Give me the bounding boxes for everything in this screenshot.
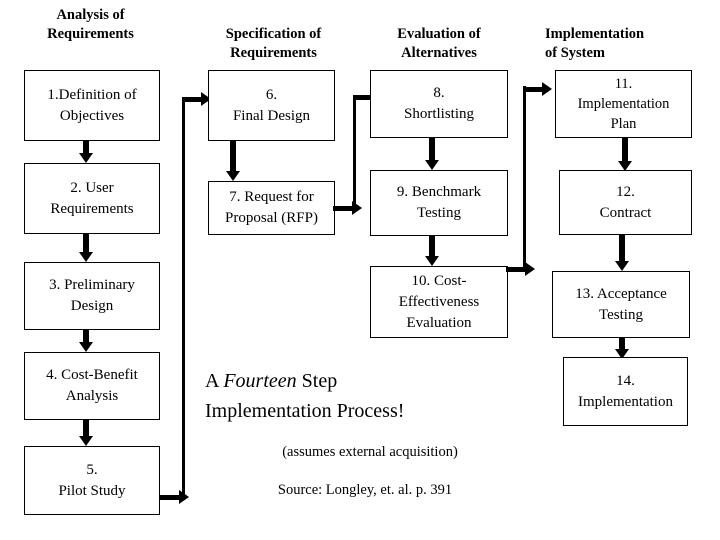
- step-line1: 9. Benchmark: [396, 184, 482, 200]
- arrow-step2-to-step3: [79, 234, 93, 262]
- step-box-11[interactable]: 11. Implementation Plan: [555, 70, 692, 138]
- column-header-line1: Specification of: [225, 26, 322, 42]
- step-line2: Final Design: [232, 107, 311, 124]
- step-line1: 8.: [433, 85, 445, 101]
- column-header-line2: of System: [545, 45, 606, 61]
- step-box-6[interactable]: 6. Final Design: [208, 70, 335, 141]
- step-line1: 1.Definition of: [47, 86, 137, 103]
- step-box-3[interactable]: 3. Preliminary Design: [24, 262, 160, 330]
- step-box-5[interactable]: 5. Pilot Study: [24, 446, 160, 515]
- step-box-2[interactable]: 2. User Requirements: [24, 163, 160, 234]
- step-line2: Analysis: [65, 388, 119, 404]
- connector-line-col1-to-col2: [182, 99, 185, 497]
- arrow-connector-to-step6: [182, 92, 211, 106]
- connector-line-col2-to-col3: [353, 96, 356, 208]
- step-box-1-text: 1.Definition of Objectives: [25, 85, 159, 127]
- step-line2: Shortlisting: [403, 106, 474, 122]
- step-box-4[interactable]: 4. Cost-Benefit Analysis: [24, 352, 160, 420]
- step-box-13[interactable]: 13. Acceptance Testing: [552, 271, 690, 338]
- step-line1: 14.: [616, 372, 635, 389]
- step-box-14-text: 14. Implementation: [564, 371, 687, 413]
- step-line1: 10. Cost-: [411, 272, 467, 289]
- step-box-9[interactable]: 9. Benchmark Testing: [370, 170, 508, 236]
- step-line2: Objectives: [59, 107, 125, 124]
- step-box-12[interactable]: 12. Contract: [559, 170, 692, 235]
- arrow-step8-to-step9: [425, 138, 439, 170]
- step-line2: Effectiveness: [398, 293, 480, 310]
- column-header-implementation: Implementation of System: [545, 25, 720, 63]
- arrow-step13-to-step14: [615, 338, 629, 359]
- caption-emphasis: Fourteen: [223, 370, 297, 392]
- step-line1: 7. Request for: [229, 189, 314, 205]
- step-line1: 3. Preliminary: [49, 277, 135, 293]
- step-box-7-text: 7. Request for Proposal (RFP): [209, 187, 334, 229]
- step-box-9-text: 9. Benchmark Testing: [371, 182, 507, 224]
- step-line2: Pilot Study: [58, 482, 126, 499]
- caption-prefix: A: [205, 370, 224, 392]
- arrow-step9-to-step10: [425, 236, 439, 266]
- step-line1: 12.: [616, 183, 635, 200]
- arrow-step11-to-step12: [618, 138, 632, 171]
- step-line2: Testing: [417, 205, 461, 221]
- caption-title-line1: A Fourteen Step: [205, 366, 525, 396]
- arrow-step7-to-connector: [333, 201, 362, 215]
- arrow-step12-to-step13: [615, 235, 629, 271]
- step-line2: Implementation: [578, 393, 673, 410]
- step-line1: 4. Cost-Benefit: [46, 367, 138, 383]
- step-box-2-text: 2. User Requirements: [25, 178, 159, 220]
- caption-source: Source: Longley, et. al. p. 391: [277, 482, 453, 498]
- caption-note: (assumes external acquisition): [282, 444, 458, 460]
- arrow-step3-to-step4: [79, 330, 93, 352]
- step-box-1[interactable]: 1.Definition of Objectives: [24, 70, 160, 141]
- column-header-line2: Requirements: [230, 45, 317, 61]
- column-header-line1: Implementation: [545, 26, 645, 42]
- arrow-step4-to-step5: [79, 420, 93, 446]
- step-line2: Requirements: [50, 200, 134, 217]
- step-box-13-text: 13. Acceptance Testing: [553, 284, 689, 326]
- step-box-5-text: 5. Pilot Study: [25, 460, 159, 502]
- step-line3: Plan: [610, 116, 637, 132]
- step-box-6-text: 6. Final Design: [209, 85, 334, 127]
- arrow-step1-to-step2: [79, 141, 93, 163]
- step-box-8-text: 8. Shortlisting: [371, 83, 507, 125]
- column-header-line1: Evaluation of: [397, 26, 481, 42]
- step-box-11-text: 11. Implementation Plan: [556, 74, 691, 134]
- step-line2: Contract: [599, 204, 652, 221]
- column-header-line1: Analysis of: [56, 7, 125, 23]
- step-line1: 5.: [86, 461, 98, 478]
- step-box-7[interactable]: 7. Request for Proposal (RFP): [208, 181, 335, 235]
- step-box-14[interactable]: 14. Implementation: [563, 357, 688, 426]
- step-box-3-text: 3. Preliminary Design: [25, 275, 159, 317]
- step-line1: 13. Acceptance: [575, 285, 667, 302]
- step-line2: Design: [70, 298, 114, 314]
- caption-title-line2: Implementation Process!: [205, 400, 405, 422]
- column-header-line2: Alternatives: [401, 45, 477, 61]
- connector-line-col3-to-col4: [523, 86, 526, 269]
- arrow-step6-to-step7: [226, 141, 240, 181]
- arrow-connector-to-step11: [523, 82, 552, 96]
- step-line2: Proposal (RFP): [225, 210, 318, 226]
- step-line2: Testing: [599, 306, 643, 323]
- flowchart-canvas: Analysis of Requirements Specification o…: [0, 0, 720, 540]
- caption-suffix: Step: [296, 370, 338, 392]
- column-header-specification: Specification of Requirements: [196, 25, 351, 63]
- step-line3: Evaluation: [406, 314, 472, 331]
- column-header-line2: Requirements: [47, 26, 134, 42]
- arrow-step5-to-connector: [160, 490, 189, 504]
- step-line2: Implementation: [577, 96, 670, 112]
- step-box-8[interactable]: 8. Shortlisting: [370, 70, 508, 138]
- step-box-10-text: 10. Cost- Effectiveness Evaluation: [371, 271, 507, 334]
- step-box-12-text: 12. Contract: [560, 182, 691, 224]
- caption-title: A Fourteen Step Implementation Process!: [205, 366, 525, 426]
- column-header-evaluation: Evaluation of Alternatives: [363, 25, 515, 63]
- step-line1: 2. User: [70, 179, 114, 196]
- arrow-step10-to-connector: [506, 262, 535, 276]
- column-header-analysis: Analysis of Requirements: [8, 6, 173, 44]
- step-box-10[interactable]: 10. Cost- Effectiveness Evaluation: [370, 266, 508, 338]
- step-line1: 6.: [265, 86, 278, 103]
- step-line1: 11.: [614, 76, 633, 92]
- step-box-4-text: 4. Cost-Benefit Analysis: [25, 365, 159, 407]
